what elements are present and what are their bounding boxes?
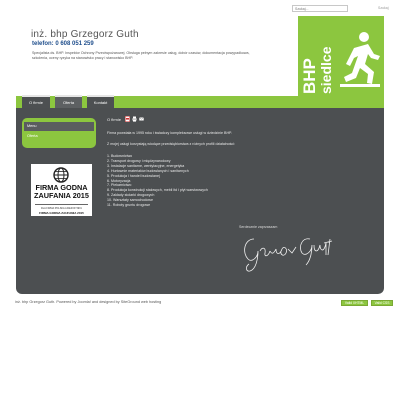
phone-number: telefon: 0 608 051 259	[32, 41, 94, 47]
content-title: O firmie	[107, 117, 121, 122]
badge-caption: FIRMA GODNA ZAUFANIA 2015	[39, 211, 84, 215]
badge-subtitle: DLA FIRMA POLSKA LIDER RYNKU	[40, 207, 83, 210]
trust-badge[interactable]: FIRMA GODNA ZAUFANIA 2015 DLA FIRMA POLS…	[31, 164, 92, 216]
search-button[interactable]: Szukaj	[378, 5, 389, 11]
tab-kontakt[interactable]: Kontakt	[87, 95, 114, 109]
sidebar-item-oferta[interactable]: Oferta	[24, 132, 94, 141]
tab-o-firmie[interactable]: O firmie	[22, 95, 50, 109]
badge-title: FIRMA GODNA ZAUFANIA 2015	[34, 183, 89, 200]
print-icon[interactable]	[132, 116, 137, 122]
list-item: 11. Roboty gruntu drogowe	[107, 203, 151, 208]
tab-oferta[interactable]: Oferta	[55, 95, 82, 109]
header: inż. bhp Grzegorz Guth telefon: 0 608 05…	[16, 14, 384, 96]
sidebar-item-menu[interactable]: Menu	[24, 122, 94, 131]
valid-xhtml-button[interactable]: Valid XHTML	[341, 300, 368, 306]
logo-text-siedlce: siedlce	[318, 46, 334, 94]
logo-text-bhp: BHP	[300, 58, 319, 94]
globe-icon	[53, 167, 69, 183]
running-man-icon	[340, 32, 380, 87]
search-input[interactable]	[292, 5, 348, 12]
content-intro: Firma powstała w 1995 roku i świadczy ko…	[107, 131, 232, 135]
content-subhead: Z mojej usługi korzystają wiodące przeds…	[107, 142, 236, 146]
email-icon[interactable]	[139, 116, 144, 122]
footer-text: inż. bhp Grzegorz Guth. Powered by Jooml…	[15, 300, 162, 304]
handwritten-signature	[244, 238, 333, 272]
badge-divider	[35, 204, 88, 205]
logo[interactable]: BHP siedlce	[298, 16, 384, 96]
site-title: inż. bhp Grzegorz Guth	[31, 29, 139, 40]
industries-list: 1. Budownictwo 2. Transport drogowy i mi…	[107, 154, 208, 208]
pdf-icon[interactable]	[125, 116, 130, 122]
top-bar: Szukaj	[0, 0, 400, 14]
header-description: Specjalista ds. BHP. Inspektor Ochrony P…	[32, 51, 250, 61]
valid-css-button[interactable]: Valid CSS	[371, 300, 393, 306]
